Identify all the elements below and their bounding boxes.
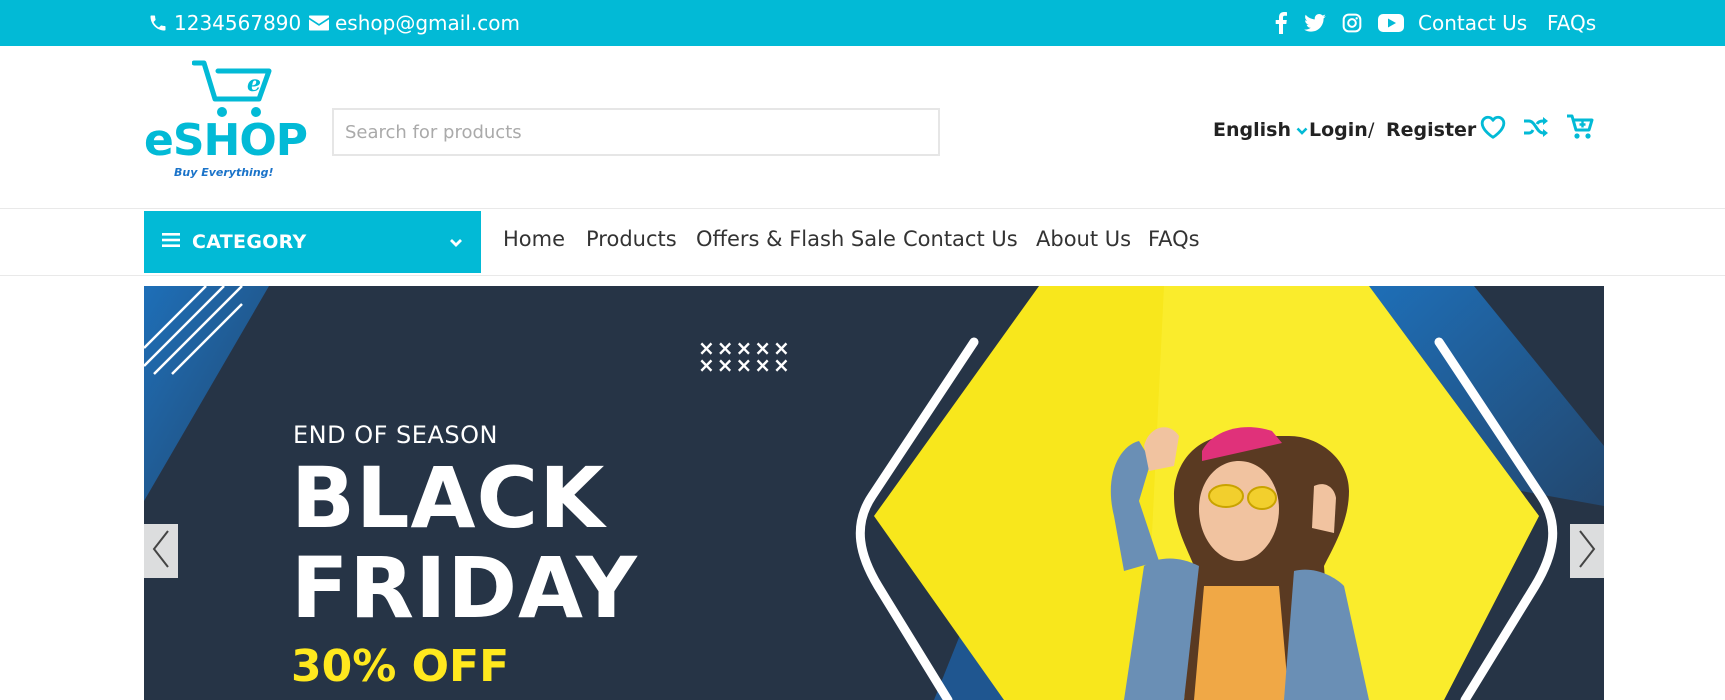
login-register-separator: / (1368, 119, 1375, 141)
cart-icon[interactable] (1565, 112, 1595, 142)
logo-wordmark: eSHOP (144, 115, 308, 166)
eshop-logo[interactable]: e eSHOP Buy Everything! (144, 60, 308, 182)
email-link[interactable]: eshop@gmail.com (309, 0, 520, 46)
twitter-icon[interactable] (1303, 11, 1327, 35)
banner-kicker: END OF SEASON (293, 421, 498, 449)
topbar-faqs-link[interactable]: FAQs (1547, 0, 1596, 46)
language-label: English (1213, 119, 1291, 141)
slider-prev-button[interactable] (144, 524, 178, 578)
decorative-x-pattern: ××××× ××××× (698, 336, 792, 377)
chevron-down-icon (1296, 119, 1308, 141)
search-input[interactable] (332, 108, 940, 156)
phone-link[interactable]: 1234567890 (148, 0, 301, 46)
chevron-down-icon (449, 233, 463, 252)
category-dropdown[interactable]: CATEGORY (144, 211, 481, 273)
nav-offers-flash-sale[interactable]: Offers & Flash Sale (696, 227, 896, 251)
youtube-icon[interactable] (1377, 11, 1405, 35)
logo-tagline: Buy Everything! (174, 166, 274, 179)
phone-icon (148, 13, 168, 33)
chevron-left-icon (151, 529, 171, 573)
top-bar: 1234567890 eshop@gmail.com Contact Us FA… (0, 0, 1725, 46)
hero-banner[interactable]: ××××× ××××× END OF SEASON BLACK FRIDAY 30… (144, 286, 1604, 700)
instagram-icon[interactable] (1340, 11, 1364, 35)
svg-text:e: e (247, 71, 261, 97)
nav-home[interactable]: Home (503, 227, 565, 251)
envelope-icon (309, 15, 329, 31)
register-link[interactable]: Register (1386, 110, 1476, 150)
login-link[interactable]: Login (1309, 110, 1368, 150)
nav-faqs[interactable]: FAQs (1148, 227, 1200, 251)
hamburger-icon (162, 232, 180, 252)
chevron-right-icon (1577, 529, 1597, 573)
banner-headline-line2: FRIDAY (291, 539, 638, 637)
banner-headline-line1: BLACK (291, 449, 606, 547)
banner-offer: 30% OFF (291, 641, 510, 692)
category-label: CATEGORY (192, 231, 307, 253)
nav-contact-us[interactable]: Contact Us (903, 227, 1018, 251)
nav-products[interactable]: Products (586, 227, 677, 251)
slider-next-button[interactable] (1570, 524, 1604, 578)
heart-icon[interactable] (1478, 112, 1508, 142)
nav-about-us[interactable]: About Us (1036, 227, 1131, 251)
main-header: e eSHOP Buy Everything! English Login / … (0, 46, 1725, 209)
cart-logo-icon: e (192, 60, 272, 117)
facebook-icon[interactable] (1269, 11, 1293, 35)
phone-number: 1234567890 (174, 11, 302, 35)
main-nav: CATEGORY Home Products Offers & Flash Sa… (0, 210, 1725, 276)
topbar-contact-link[interactable]: Contact Us (1418, 0, 1527, 46)
shuffle-icon[interactable] (1521, 112, 1551, 142)
language-selector[interactable]: English (1213, 110, 1308, 150)
email-address: eshop@gmail.com (335, 11, 520, 35)
